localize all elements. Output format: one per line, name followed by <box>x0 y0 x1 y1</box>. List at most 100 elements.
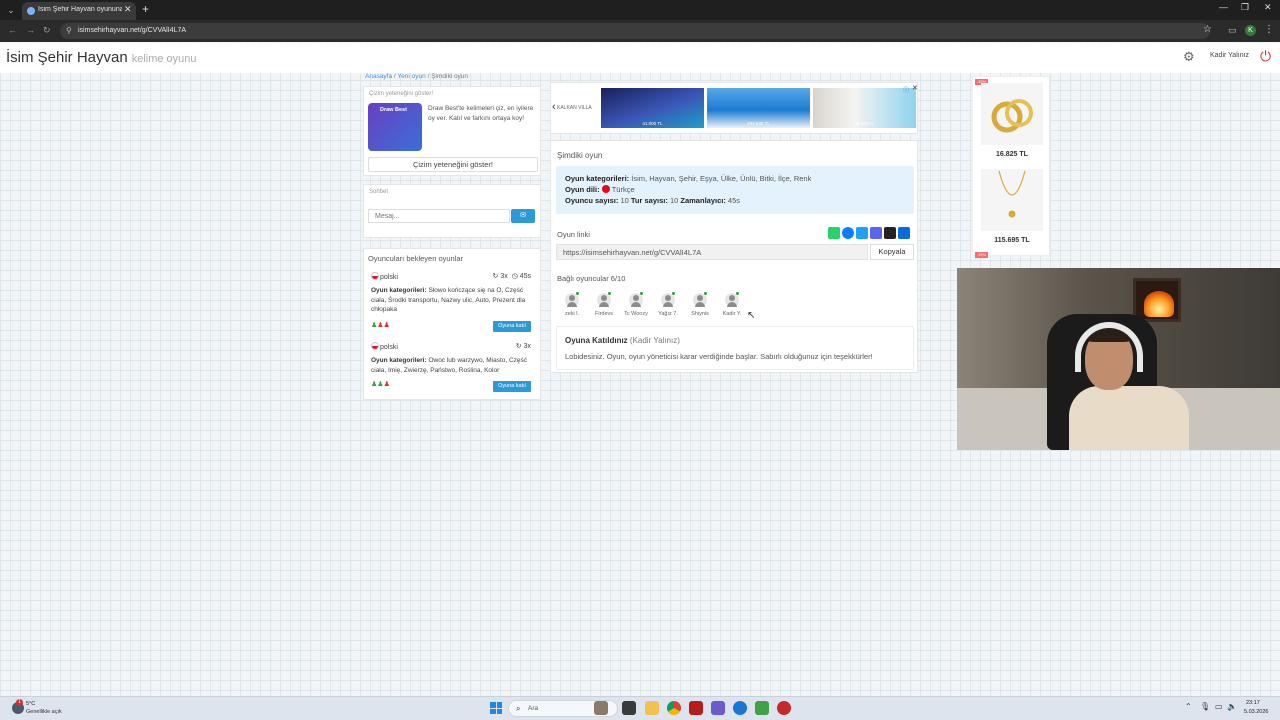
join-game-button[interactable]: Oyuna katıl <box>493 321 531 332</box>
product-ad-column[interactable]: -35% 16.825 TL 115.695 TL -35% <box>972 76 1050 258</box>
game-link-label: Oyun linki <box>557 230 590 239</box>
player-item[interactable]: Yağız 7. <box>653 292 683 317</box>
poland-flag-icon <box>371 272 379 280</box>
volume-icon[interactable]: 🔈 <box>1227 702 1237 711</box>
ad-price: 41.000 TL <box>642 121 663 126</box>
mouse-cursor-icon: ↖ <box>747 310 756 321</box>
discord-icon[interactable] <box>870 227 882 239</box>
ad-villa-image[interactable]: 41.000 TL <box>601 88 704 128</box>
whatsapp-icon[interactable] <box>828 227 840 239</box>
necklace-product-image[interactable] <box>981 169 1043 231</box>
webcam-overlay <box>957 268 1280 450</box>
player-name: Firdevs <box>594 311 614 317</box>
joined-message-box: Oyuna Katıldınız (Kadir Yalınız) Lobides… <box>556 326 914 370</box>
player-slots-icon: ♟♟♟ <box>371 322 390 329</box>
url-text: isimsehirhayvan.net/g/CVVAlI4L7A <box>78 27 187 34</box>
task-view-icon[interactable] <box>622 701 636 715</box>
discord-app-icon[interactable] <box>711 701 725 715</box>
logout-power-icon[interactable]: ⏻ <box>1260 48 1271 65</box>
draw-show-button[interactable]: Çizim yeteneğini göster! <box>368 157 538 172</box>
share-plus-icon[interactable] <box>898 227 910 239</box>
product-price: 16.825 TL <box>996 151 1028 158</box>
language-line: Oyun dili: Türkçe <box>565 185 635 194</box>
forward-icon[interactable]: → <box>26 25 35 35</box>
game-link-field[interactable]: https://isimsehirhayvan.net/g/CVVAlI4L7A <box>556 244 868 260</box>
new-tab-icon[interactable]: + <box>142 2 149 16</box>
tray-chevron-icon[interactable]: ⌃ <box>1185 702 1192 711</box>
profile-avatar[interactable]: K <box>1245 25 1256 36</box>
restore-icon[interactable]: ❐ <box>1241 2 1249 13</box>
back-icon[interactable]: ← <box>8 25 17 35</box>
app-icon[interactable] <box>733 701 747 715</box>
site-logo[interactable]: İsim Şehir Hayvan kelime oyunu <box>6 49 197 66</box>
draw-best-image[interactable]: Draw Best <box>368 103 422 151</box>
draw-best-logo-text: Draw Best <box>380 107 407 113</box>
weather-temperature[interactable]: 5°C <box>26 701 35 707</box>
app-icon[interactable] <box>777 701 791 715</box>
url-input[interactable]: ⚲ isimsehirhayvan.net/g/CVVAlI4L7A <box>60 23 1210 39</box>
settings-line: Oyuncu sayısı: 10 Tur sayısı: 10 Zamanla… <box>565 196 741 205</box>
file-explorer-icon[interactable] <box>645 701 659 715</box>
player-item[interactable]: Tc Woozy <box>621 292 651 317</box>
breadcrumb-new-game[interactable]: Yeni oyun <box>397 73 425 80</box>
browser-menu-icon[interactable]: ⋮ <box>1264 24 1274 35</box>
ad-close-icon[interactable]: ✕ <box>912 84 918 92</box>
chat-send-button[interactable]: ✉ <box>511 209 535 223</box>
clock-date[interactable]: 5.03.2026 <box>1244 709 1268 715</box>
user-avatar-icon <box>693 292 707 307</box>
player-item[interactable]: Firdevs <box>589 292 619 317</box>
necklace-icon <box>998 170 1026 218</box>
ad-banner[interactable]: ‹ KALKAN VILLA 41.000 TL 104.845 TL 49.8… <box>550 82 918 134</box>
minimize-icon[interactable]: — <box>1219 2 1228 12</box>
player-name: Tc Woozy <box>624 311 648 317</box>
timer-icon: ◷ <box>511 273 518 280</box>
search-icon: ⌕ <box>516 704 521 713</box>
monitor-icon[interactable]: ▭ <box>1215 702 1223 711</box>
player-item[interactable]: zeki l. <box>557 292 587 317</box>
clock-time[interactable]: 23:17 <box>1246 700 1260 706</box>
draw-card-title: Çizim yeteneğini göster! <box>369 91 434 97</box>
weather-description[interactable]: Genellikle açık <box>26 709 62 715</box>
tab-close-icon[interactable]: ✕ <box>124 4 132 15</box>
breadcrumb-home[interactable]: Anasayfa <box>365 73 392 80</box>
microphone-icon[interactable]: 🎙 <box>1200 702 1210 711</box>
player-item[interactable]: Shiynis <box>685 292 715 317</box>
player-name: Shiynis <box>691 311 709 317</box>
extensions-icon[interactable]: ▭ <box>1228 25 1237 36</box>
join-game-button[interactable]: Oyuna katıl <box>493 381 531 392</box>
chevron-left-icon[interactable]: ‹ <box>552 101 556 113</box>
poland-flag-icon <box>371 342 379 350</box>
chrome-icon[interactable] <box>667 701 681 715</box>
player-item[interactable]: Kadir Y. <box>717 292 747 317</box>
ring-product-image[interactable] <box>981 83 1043 145</box>
bookmark-star-icon[interactable]: ☆ <box>1203 24 1212 35</box>
snapchat-icon[interactable] <box>884 227 896 239</box>
reload-icon[interactable]: ↻ <box>43 25 51 36</box>
search-highlight-icon[interactable] <box>594 701 608 715</box>
tab-title: İsim Şehir Hayvan oyununa katıl <box>38 6 122 13</box>
ad-villa-image[interactable]: 104.845 TL <box>707 88 810 128</box>
windows-start-icon[interactable] <box>490 702 502 714</box>
messenger-icon[interactable] <box>842 227 854 239</box>
weather-alert-badge: 1 <box>16 699 23 706</box>
chat-message-input[interactable] <box>368 209 510 223</box>
acrobat-icon[interactable] <box>689 701 703 715</box>
window-close-icon[interactable]: ✕ <box>1264 2 1272 13</box>
tab-search-icon[interactable]: ⌄ <box>4 3 18 17</box>
user-avatar-icon <box>597 292 611 307</box>
twitter-icon[interactable] <box>856 227 868 239</box>
player-name: Yağız 7. <box>658 311 678 317</box>
game-categories: Oyun kategorileri: Słowo kończące się na… <box>371 287 526 313</box>
ad-villa-image[interactable]: 49.800 TL <box>813 88 916 128</box>
ad-info-icon[interactable]: ⓘ <box>903 85 909 94</box>
draw-promo-card: Çizim yeteneğini göster! Draw Best Draw … <box>363 86 541 176</box>
app-icon[interactable] <box>755 701 769 715</box>
settings-gear-icon[interactable]: ⚙ <box>1183 49 1195 65</box>
lobby-message: Lobidesiniz. Oyun, oyun yöneticisi karar… <box>565 352 873 361</box>
site-info-icon[interactable]: ⚲ <box>66 26 72 35</box>
current-game-card: Şimdiki oyun Oyun kategorileri: İsim, Ha… <box>550 140 918 373</box>
address-bar-row: ← → ↻ ⚲ isimsehirhayvan.net/g/CVVAlI4L7A <box>0 20 1280 42</box>
copy-button[interactable]: Kopyala <box>870 244 914 260</box>
browser-tab[interactable]: İsim Şehir Hayvan oyununa katıl ✕ <box>22 2 136 20</box>
user-name[interactable]: Kadir Yalınız <box>1210 52 1249 59</box>
